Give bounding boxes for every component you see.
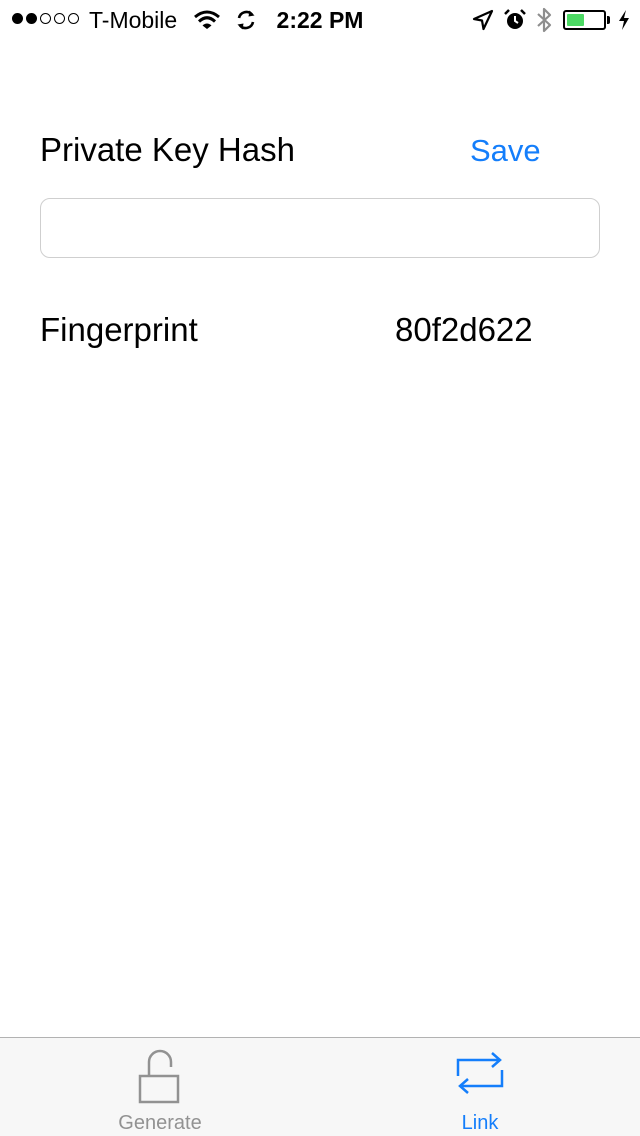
fingerprint-label: Fingerprint [40,311,198,348]
save-button[interactable]: Save [470,133,541,169]
battery-nub [607,16,610,24]
tab-bar: Generate Link [0,1037,640,1136]
tab-generate[interactable]: Generate [0,1038,320,1136]
battery-indicator [563,10,606,30]
battery-level-fill [567,14,584,26]
link-screen: T-Mobile 2:22 PM Private Key Hash Save F… [0,0,640,1136]
fingerprint-value: 80f2d622 [395,311,533,348]
tab-generate-label: Generate [118,1112,202,1134]
tab-link-label: Link [461,1112,499,1134]
unlocked-padlock-icon [137,1048,183,1109]
private-key-hash-input[interactable] [40,198,600,258]
status-bar: T-Mobile 2:22 PM [0,0,640,40]
bluetooth-icon [536,6,552,40]
location-arrow-icon [472,9,494,37]
repeat-arrows-icon [454,1048,506,1103]
alarm-clock-icon [503,8,527,38]
charging-bolt-icon [617,9,631,37]
tab-link[interactable]: Link [320,1038,640,1136]
private-key-hash-label: Private Key Hash [40,131,295,168]
